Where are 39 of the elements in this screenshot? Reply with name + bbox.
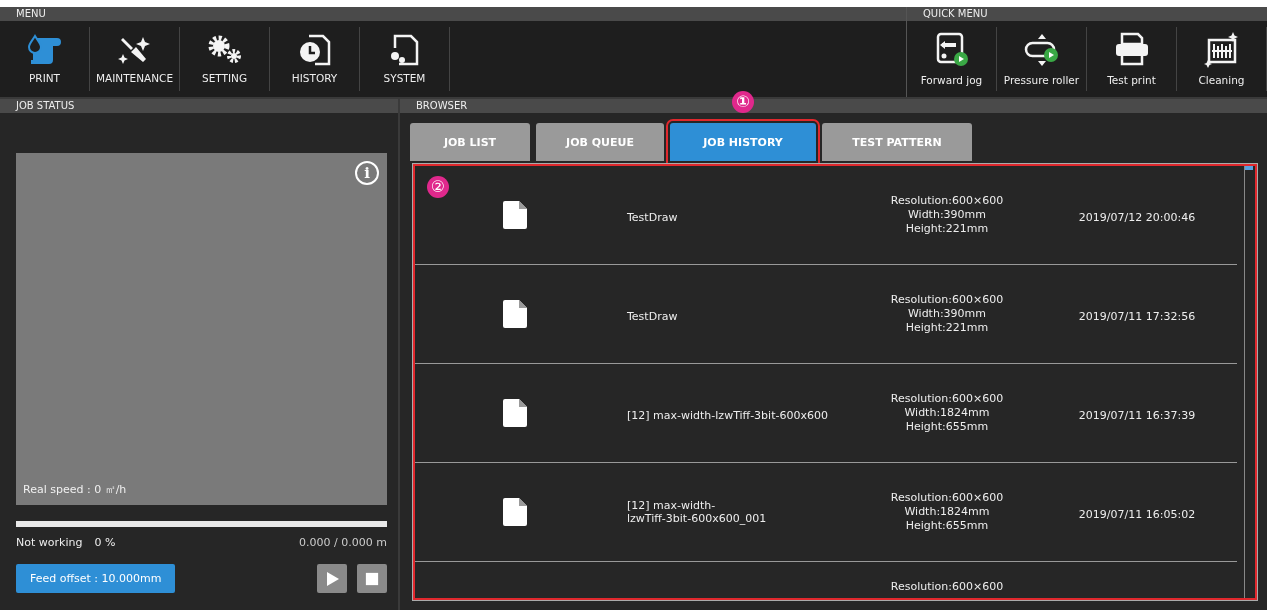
job-name: TestDraw [627,309,678,323]
document-icon [503,498,527,526]
job-name: TestDraw [627,210,678,224]
menu-button[interactable]: MAINTENANCE [90,27,180,91]
menu-button[interactable]: PRINT [0,27,90,91]
job-details: Resolution:600×600 [890,580,1004,594]
menu-button[interactable]: SYSTEM [360,27,450,91]
section-header: MENU [0,7,906,21]
quick-menu-button[interactable]: Cleaning [1177,27,1267,91]
section-header: JOB STATUS [0,99,398,113]
section-header: QUICK MENU [907,7,1267,21]
length-text: 0.000 / 0.000 m [299,536,387,549]
info-icon[interactable]: i [355,161,379,185]
job-details: Resolution:600×600 Width:390mm Height:221mm [890,194,1004,236]
job-date: 2019/07/11 17:32:56 [1078,309,1196,323]
quick-menu-button[interactable]: Forward jog [907,27,997,91]
document-icon [503,399,527,427]
document-icon [503,300,527,328]
job-details: Resolution:600×600 Width:1824mm Height:655mm [890,491,1004,533]
job-date: 2019/07/11 16:37:39 [1078,408,1196,422]
play-button[interactable] [317,564,347,593]
play-icon [324,570,340,587]
menu-button[interactable]: HISTORY [270,27,360,91]
status-text: Not working [16,536,83,549]
quick-menu-button[interactable]: Test print [1087,27,1177,91]
percent-text: 0 % [94,536,116,549]
job-details: Resolution:600×600 Width:1824mm Height:655mm [890,392,1004,434]
document-icon [503,201,527,229]
job-details: Resolution:600×600 Width:390mm Height:221mm [890,293,1004,335]
job-date: 2019/07/12 20:00:46 [1078,210,1196,224]
menu-button[interactable]: SETTING [180,27,270,91]
scrollbar[interactable] [1244,166,1253,598]
stop-button[interactable] [357,564,387,593]
speed-text: Real speed : 0 ㎡/h [23,482,127,497]
job-date: 2019/07/11 16:05:02 [1078,507,1196,521]
job-name: [12] max-width-lzwTiff-3bit-600x600 [627,408,828,422]
quick-menu-button[interactable]: Pressure roller [997,27,1087,91]
job-name: [12] max-width- lzwTiff-3bit-600x600_001 [627,498,767,525]
stop-icon [365,571,379,586]
